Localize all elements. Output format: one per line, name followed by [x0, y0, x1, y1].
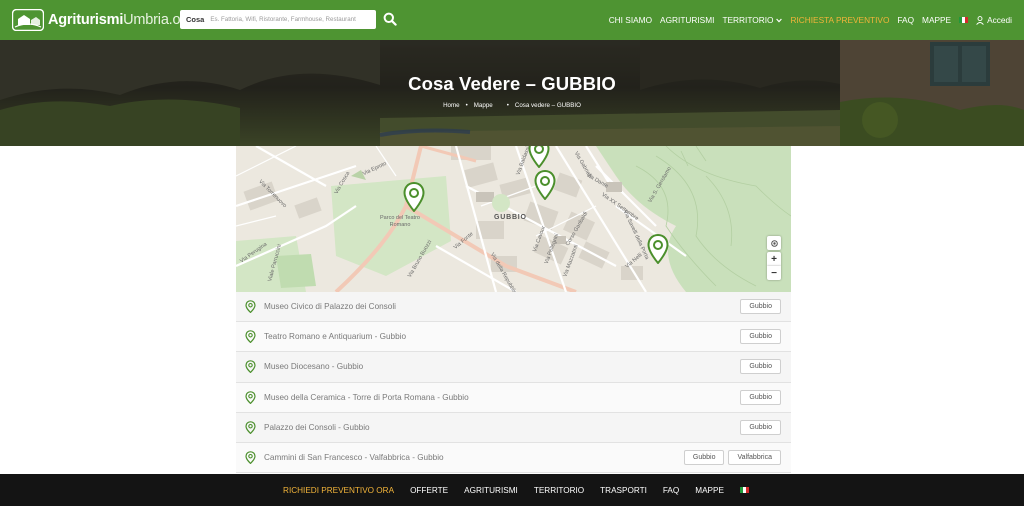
search-icon[interactable] [383, 12, 397, 26]
breadcrumb: Home • Mappe • Cosa vedere – GUBBIO [0, 102, 1024, 109]
locate-button[interactable] [767, 236, 781, 250]
map-marker-icon[interactable] [528, 146, 550, 168]
map-marker-icon[interactable] [534, 170, 556, 200]
footer-territorio[interactable]: TERRITORIO [534, 486, 584, 495]
poi-name[interactable]: Museo della Ceramica - Torre di Porta Ro… [264, 393, 736, 402]
poi-name[interactable]: Museo Civico di Palazzo dei Consoli [264, 302, 736, 311]
italy-flag-icon[interactable] [739, 487, 749, 493]
site-logo[interactable]: AgriturismiUmbria.org [12, 8, 193, 32]
footer-trasporti[interactable]: TRASPORTI [600, 486, 647, 495]
zoom-in-button[interactable]: + [767, 252, 781, 266]
list-item[interactable]: Palazzo dei Consoli - Gubbio Gubbio [236, 412, 791, 443]
map-marker-icon [245, 390, 256, 404]
top-navbar: AgriturismiUmbria.org Cosa CHI SIAMO AGR… [0, 0, 1024, 40]
map-marker-icon[interactable] [403, 182, 425, 212]
list-item[interactable]: Museo della Ceramica - Torre di Porta Ro… [236, 382, 791, 413]
breadcrumb-current: Cosa vedere – GUBBIO [514, 102, 581, 109]
poi-tag[interactable]: Gubbio [740, 299, 781, 315]
nav-richiesta-preventivo[interactable]: RICHIESTA PREVENTIVO [790, 15, 889, 25]
user-icon [976, 15, 984, 25]
logo-text-bold: Agriturismi [48, 12, 124, 28]
nav-accedi-label: Accedi [987, 15, 1012, 25]
poi-name[interactable]: Palazzo dei Consoli - Gubbio [264, 423, 736, 432]
nav-chi-siamo[interactable]: CHI SIAMO [609, 15, 652, 25]
main-nav: CHI SIAMO AGRITURISMI TERRITORIO RICHIES… [609, 0, 1012, 40]
poi-tag[interactable]: Gubbio [683, 450, 725, 466]
search-input[interactable] [210, 16, 376, 23]
poi-name[interactable]: Cammini di San Francesco - Valfabbrica -… [264, 453, 680, 462]
breadcrumb-separator: • [506, 102, 509, 109]
map-marker-icon [245, 360, 256, 374]
map-marker-icon[interactable] [647, 234, 669, 264]
list-item[interactable]: Teatro Romano e Antiquarium - Gubbio Gub… [236, 322, 791, 353]
map-park-label: Parco del Teatro Romano [380, 215, 420, 228]
poi-list: Museo Civico di Palazzo dei Consoli Gubb… [236, 292, 791, 474]
footer-richiedi-preventivo[interactable]: RICHIEDI PREVENTIVO ORA [283, 486, 394, 495]
poi-tag[interactable]: Gubbio [740, 389, 781, 405]
nav-mappe[interactable]: MAPPE [922, 15, 951, 25]
breadcrumb-home[interactable]: Home [443, 102, 460, 109]
footer-agriturismi[interactable]: AGRITURISMI [464, 486, 518, 495]
map-marker-icon [245, 300, 256, 314]
map-marker-icon [245, 421, 256, 434]
zoom-out-button[interactable]: − [767, 266, 781, 280]
italy-flag-icon[interactable] [959, 17, 969, 23]
search-box: Cosa [180, 10, 376, 29]
hero-banner: Cosa Vedere – GUBBIO Home • Mappe • Cosa ved… [0, 40, 1024, 146]
page-title: Cosa Vedere – GUBBIO [408, 73, 616, 94]
map-marker-icon [245, 330, 256, 344]
nav-faq[interactable]: FAQ [897, 15, 914, 25]
search-label: Cosa [186, 15, 205, 24]
poi-tag[interactable]: Valfabbrica [728, 450, 781, 466]
list-item[interactable]: Cammini di San Francesco - Valfabbrica -… [236, 442, 791, 474]
footer-bar: RICHIEDI PREVENTIVO ORA OFFERTE AGRITURI… [0, 474, 1024, 506]
poi-tag[interactable]: Gubbio [740, 419, 781, 435]
footer-offerte[interactable]: OFFERTE [410, 486, 448, 495]
map-marker-icon [245, 451, 256, 465]
list-item[interactable]: Museo Diocesano - Gubbio Gubbio [236, 352, 791, 383]
nav-accedi[interactable]: Accedi [976, 15, 1012, 25]
nav-territorio-label: TERRITORIO [722, 15, 774, 25]
locate-icon [770, 239, 778, 247]
breadcrumb-mappe[interactable]: Mappe [474, 102, 493, 109]
footer-faq[interactable]: FAQ [663, 486, 679, 495]
poi-tag[interactable]: Gubbio [740, 359, 781, 375]
map-town-label: GUBBIO [494, 214, 527, 221]
poi-tag[interactable]: Gubbio [740, 329, 781, 345]
poi-name[interactable]: Teatro Romano e Antiquarium - Gubbio [264, 332, 736, 341]
breadcrumb-separator: • [465, 102, 468, 109]
map-view[interactable]: Via Eproto Via Cosca Via Torrenuovo Parc… [236, 146, 791, 292]
nav-agriturismi[interactable]: AGRITURISMI [660, 15, 714, 25]
chevron-down-icon [776, 18, 783, 22]
footer-mappe[interactable]: MAPPE [695, 486, 724, 495]
list-item[interactable]: Museo Civico di Palazzo dei Consoli Gubb… [236, 292, 791, 323]
nav-territorio[interactable]: TERRITORIO [722, 15, 783, 25]
poi-name[interactable]: Museo Diocesano - Gubbio [264, 362, 736, 371]
logo-farmhouse-icon [12, 9, 44, 31]
